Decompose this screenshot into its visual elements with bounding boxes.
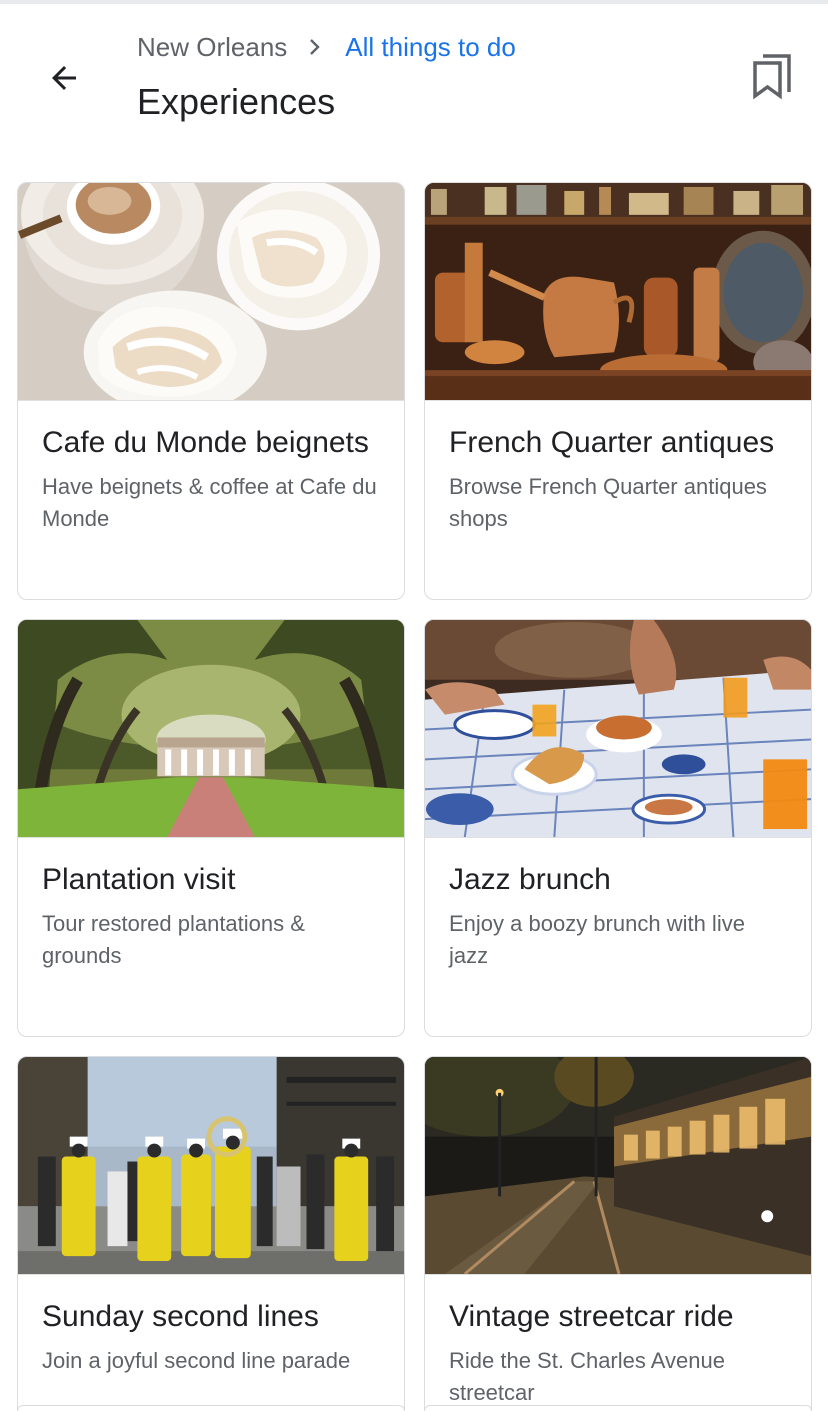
copper-antiques-shelf-photo [425,183,811,401]
breadcrumb-home[interactable]: New Orleans [137,30,287,64]
brunch-table-photo [425,620,811,838]
experience-card-cafe-du-monde[interactable]: Cafe du Monde beignets Have beignets & c… [17,182,405,600]
streetcar-at-dusk-photo [425,1057,811,1275]
card-description: Enjoy a boozy brunch with live jazz [449,911,745,968]
experience-card-vintage-streetcar-ride[interactable]: Vintage streetcar ride Ride the St. Char… [424,1056,812,1411]
experience-card-jazz-brunch[interactable]: Jazz brunch Enjoy a boozy brunch with li… [424,619,812,1037]
experience-card-plantation-visit[interactable]: Plantation visit Tour restored plantatio… [17,619,405,1037]
next-card-edge [424,1405,812,1411]
second-line-brass-band-photo [18,1057,404,1275]
save-collection-button[interactable] [746,46,798,106]
chevron-right-icon [307,37,323,57]
next-row-peek [17,1405,812,1411]
oak-alley-plantation-photo [18,620,404,838]
page-title: Experiences [137,81,336,122]
page-header: New Orleans All things to do Experiences [0,4,828,154]
bookmarks-icon [753,54,791,100]
breadcrumb-all-things-to-do-link[interactable]: All things to do [345,30,516,64]
card-description: Tour restored plantations & grounds [42,911,305,968]
back-button[interactable] [40,54,88,102]
card-title: Sunday second lines [42,1300,319,1333]
card-description: Browse French Quarter antiques shops [449,474,767,531]
breadcrumb: New Orleans All things to do [137,30,516,64]
experience-card-sunday-second-lines[interactable]: Sunday second lines Join a joyful second… [17,1056,405,1411]
card-title: Plantation visit [42,863,236,896]
card-title: Cafe du Monde beignets [42,426,369,459]
experience-card-french-quarter-antiques[interactable]: French Quarter antiques Browse French Qu… [424,182,812,600]
beignets-and-coffee-photo [18,183,404,401]
card-title: Jazz brunch [449,863,611,896]
next-card-edge [17,1405,405,1411]
arrow-back-icon [52,66,76,90]
experiences-grid: Cafe du Monde beignets Have beignets & c… [17,182,812,1411]
card-description: Have beignets & coffee at Cafe du Monde [42,474,377,531]
card-description: Join a joyful second line parade [42,1348,351,1373]
card-description: Ride the St. Charles Avenue streetcar [449,1348,725,1405]
card-title: French Quarter antiques [449,426,775,459]
card-title: Vintage streetcar ride [449,1300,734,1333]
